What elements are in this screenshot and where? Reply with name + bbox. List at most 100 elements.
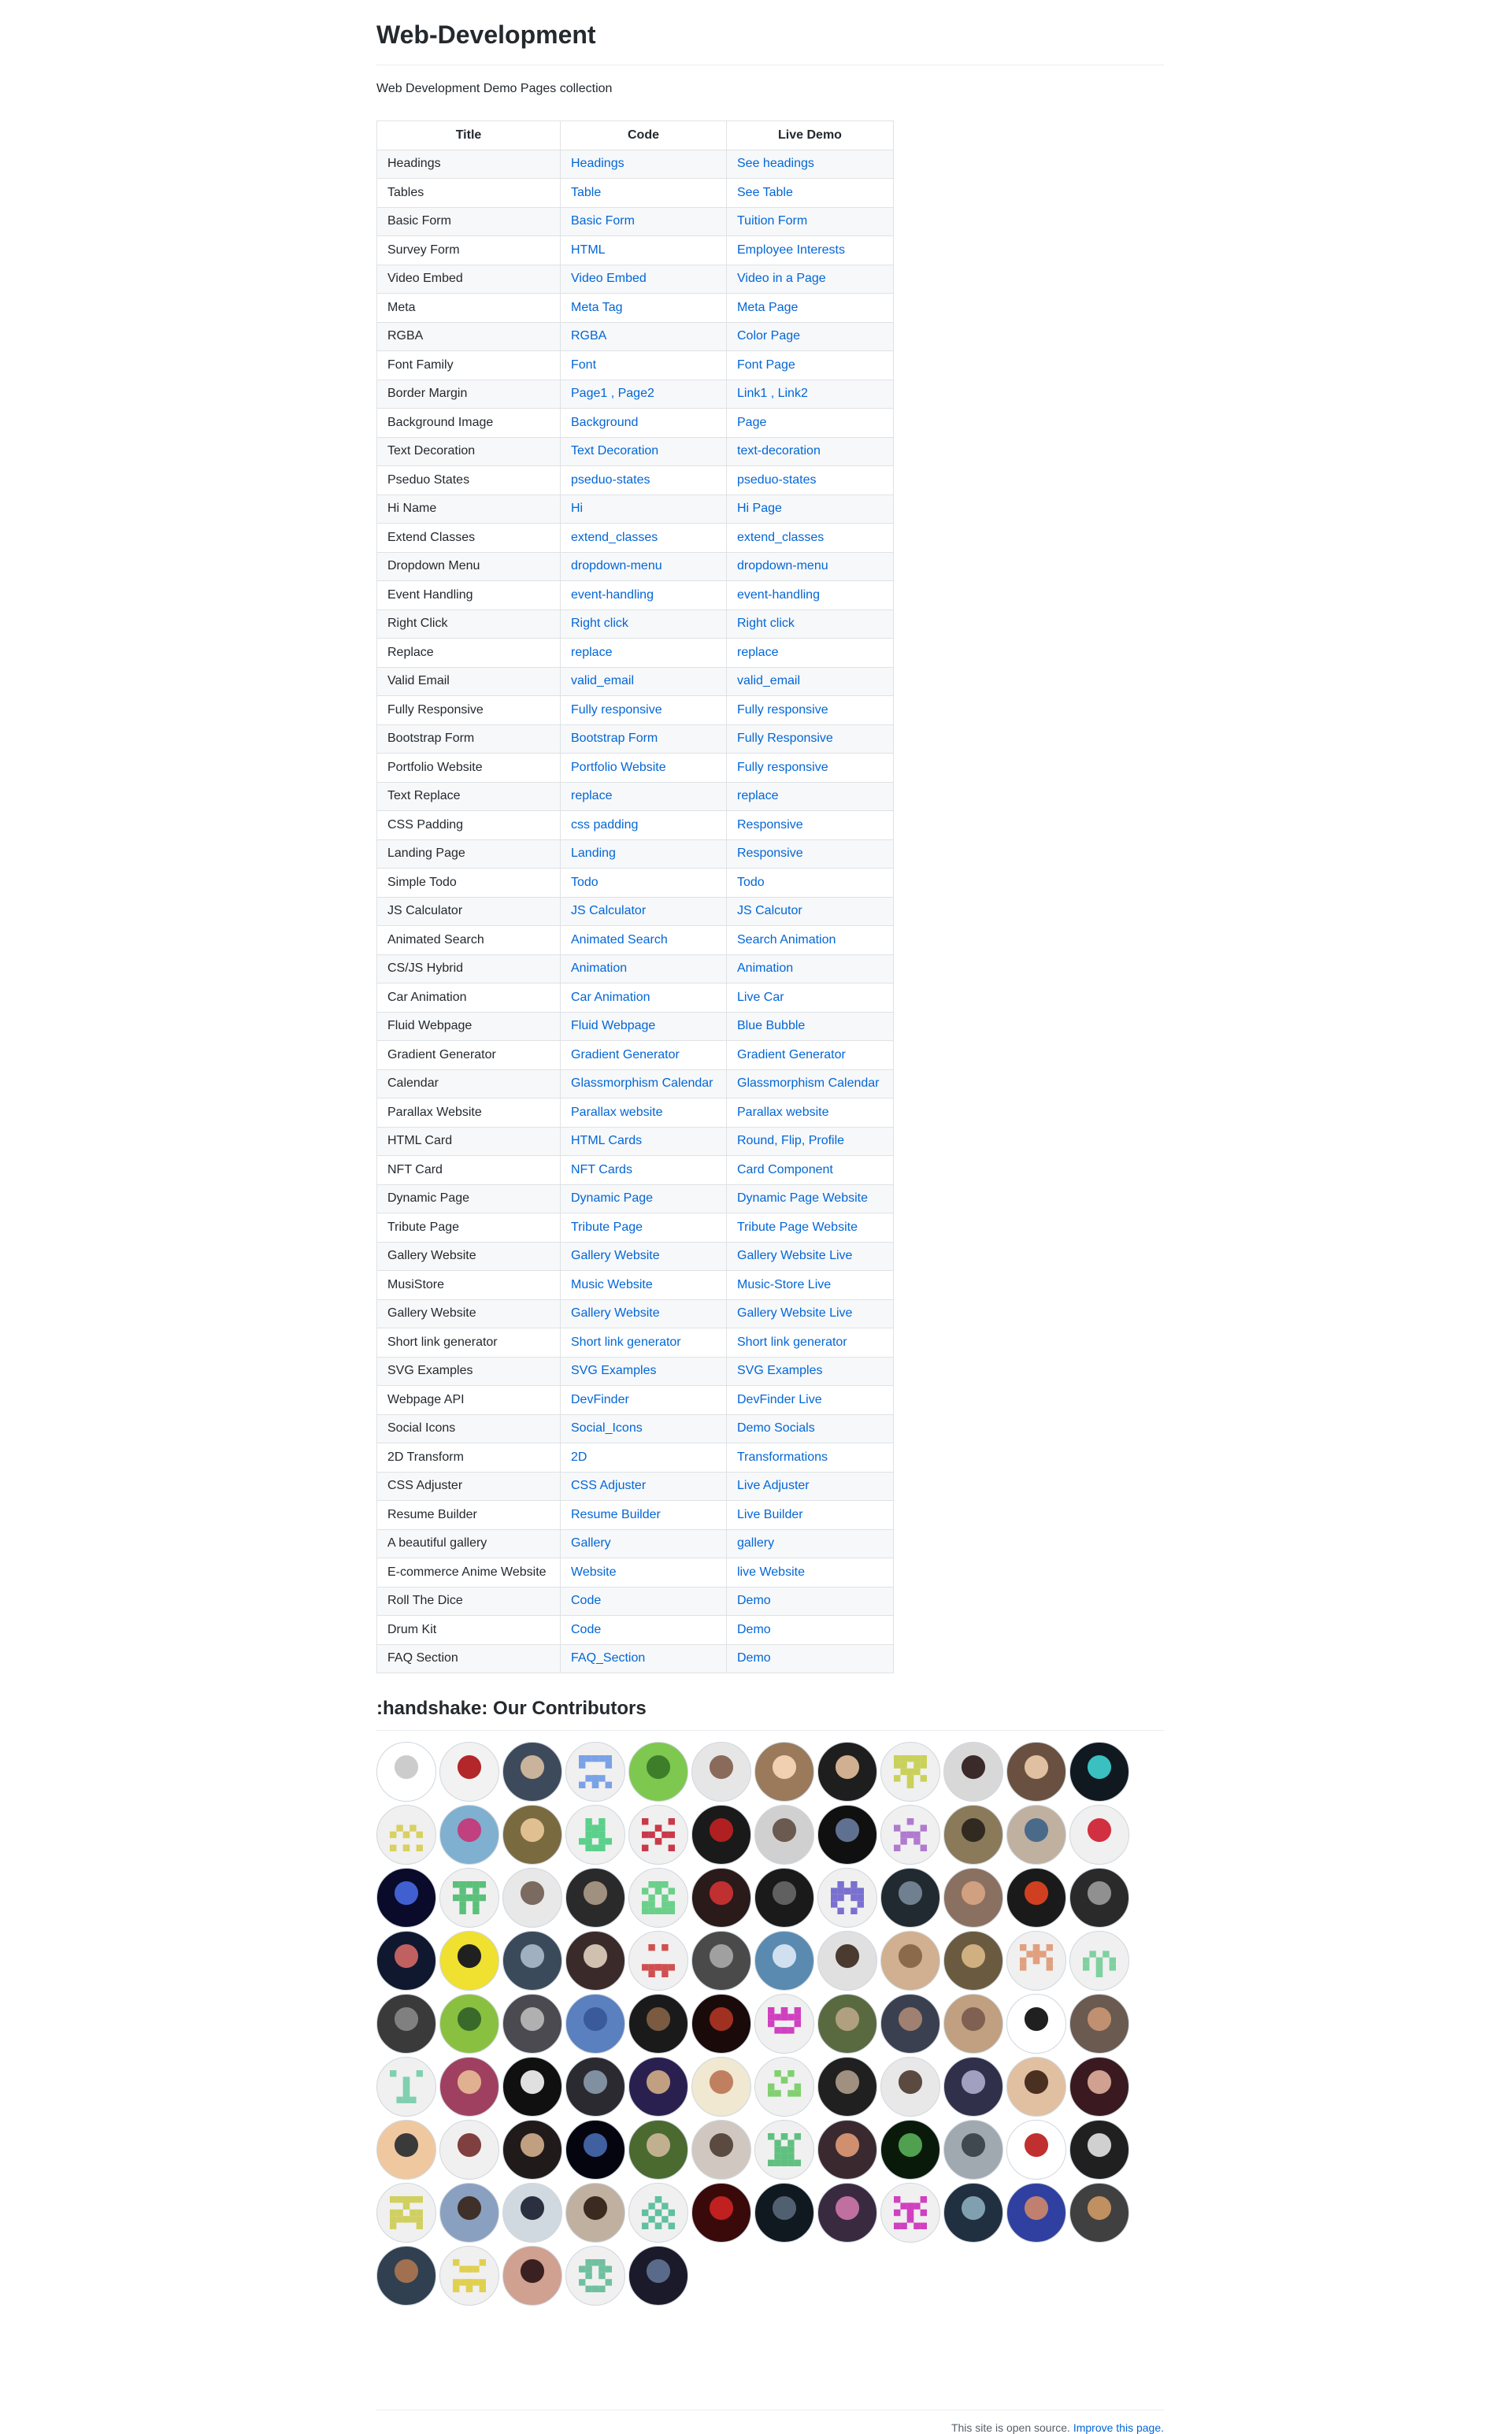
improve-page-link[interactable]: Improve this page. xyxy=(1073,2421,1164,2434)
code-link[interactable]: Code xyxy=(571,1594,601,1607)
contributor-avatar[interactable] xyxy=(565,2183,625,2243)
live-demo-link[interactable]: See headings xyxy=(737,157,814,170)
contributor-avatar[interactable] xyxy=(817,1805,877,1865)
contributor-avatar[interactable] xyxy=(565,2120,625,2180)
code-link[interactable]: css padding xyxy=(571,818,638,832)
live-demo-link[interactable]: valid_email xyxy=(737,674,800,687)
live-demo-link[interactable]: Video in a Page xyxy=(737,272,826,285)
contributor-avatar[interactable] xyxy=(628,1994,688,2054)
contributor-avatar[interactable] xyxy=(565,1994,625,2054)
live-demo-link[interactable]: Demo xyxy=(737,1651,771,1665)
code-link[interactable]: extend_classes xyxy=(571,531,658,544)
code-link[interactable]: 2D xyxy=(571,1450,587,1464)
contributor-avatar[interactable] xyxy=(691,2057,751,2117)
code-link[interactable]: Fully responsive xyxy=(571,703,662,717)
contributor-avatar[interactable] xyxy=(439,1805,499,1865)
contributor-avatar[interactable] xyxy=(880,1868,940,1928)
code-link[interactable]: FAQ_Section xyxy=(571,1651,645,1665)
contributor-avatar[interactable] xyxy=(439,2057,499,2117)
code-link[interactable]: valid_email xyxy=(571,674,634,687)
live-demo-link[interactable]: pseduo-states xyxy=(737,473,817,487)
live-demo-link[interactable]: Employee Interests xyxy=(737,243,845,257)
contributor-avatar[interactable] xyxy=(376,1994,436,2054)
code-link[interactable]: CSS Adjuster xyxy=(571,1479,646,1492)
contributor-avatar[interactable] xyxy=(691,1805,751,1865)
contributor-avatar[interactable] xyxy=(817,2057,877,2117)
code-link[interactable]: Landing xyxy=(571,847,616,860)
contributor-avatar[interactable] xyxy=(628,2246,688,2306)
code-link[interactable]: replace xyxy=(571,789,612,802)
contributor-avatar[interactable] xyxy=(1069,1868,1129,1928)
contributor-avatar[interactable] xyxy=(439,1868,499,1928)
contributor-avatar[interactable] xyxy=(754,1868,814,1928)
code-link[interactable]: Font xyxy=(571,358,596,372)
code-link[interactable]: Gradient Generator xyxy=(571,1048,680,1061)
code-link[interactable]: dropdown-menu xyxy=(571,559,662,572)
contributor-avatar[interactable] xyxy=(1069,2120,1129,2180)
code-link[interactable]: NFT Cards xyxy=(571,1163,632,1176)
live-demo-link[interactable]: Demo Socials xyxy=(737,1421,815,1435)
contributor-avatar[interactable] xyxy=(439,1931,499,1991)
contributor-avatar[interactable] xyxy=(439,2120,499,2180)
live-demo-link[interactable]: Live Adjuster xyxy=(737,1479,810,1492)
contributor-avatar[interactable] xyxy=(943,2183,1003,2243)
live-demo-link[interactable]: extend_classes xyxy=(737,531,824,544)
code-link[interactable]: Page1 , Page2 xyxy=(571,387,654,400)
code-link[interactable]: Basic Form xyxy=(571,214,635,228)
contributor-avatar[interactable] xyxy=(1006,1931,1066,1991)
code-link[interactable]: Code xyxy=(571,1623,601,1636)
live-demo-link[interactable]: Live Car xyxy=(737,991,784,1004)
code-link[interactable]: Meta Tag xyxy=(571,301,623,314)
contributor-avatar[interactable] xyxy=(1069,2183,1129,2243)
code-link[interactable]: Table xyxy=(571,186,601,199)
code-link[interactable]: Glassmorphism Calendar xyxy=(571,1076,713,1090)
live-demo-link[interactable]: Demo xyxy=(737,1594,771,1607)
code-link[interactable]: SVG Examples xyxy=(571,1364,656,1377)
code-link[interactable]: Fluid Webpage xyxy=(571,1019,655,1032)
live-demo-link[interactable]: Page xyxy=(737,416,766,429)
live-demo-link[interactable]: Music-Store Live xyxy=(737,1278,831,1291)
contributor-avatar[interactable] xyxy=(754,1994,814,2054)
contributor-avatar[interactable] xyxy=(817,1931,877,1991)
contributor-avatar[interactable] xyxy=(943,2057,1003,2117)
contributor-avatar[interactable] xyxy=(943,1994,1003,2054)
contributor-avatar[interactable] xyxy=(1006,1868,1066,1928)
live-demo-link[interactable]: Round, Flip, Profile xyxy=(737,1134,844,1147)
contributor-avatar[interactable] xyxy=(754,1742,814,1802)
code-link[interactable]: DevFinder xyxy=(571,1393,629,1406)
contributor-avatar[interactable] xyxy=(1006,1994,1066,2054)
contributor-avatar[interactable] xyxy=(880,2120,940,2180)
contributor-avatar[interactable] xyxy=(502,2183,562,2243)
code-link[interactable]: Animated Search xyxy=(571,933,668,947)
code-link[interactable]: Animation xyxy=(571,961,627,975)
contributor-avatar[interactable] xyxy=(565,1805,625,1865)
code-link[interactable]: Gallery Website xyxy=(571,1306,660,1320)
live-demo-link[interactable]: Fully responsive xyxy=(737,761,828,774)
live-demo-link[interactable]: Hi Page xyxy=(737,502,782,515)
contributor-avatar[interactable] xyxy=(439,2246,499,2306)
contributor-avatar[interactable] xyxy=(943,1742,1003,1802)
live-demo-link[interactable]: dropdown-menu xyxy=(737,559,828,572)
live-demo-link[interactable]: Dynamic Page Website xyxy=(737,1191,868,1205)
live-demo-link[interactable]: Transformations xyxy=(737,1450,828,1464)
code-link[interactable]: Parallax website xyxy=(571,1106,663,1119)
contributor-avatar[interactable] xyxy=(754,1805,814,1865)
live-demo-link[interactable]: replace xyxy=(737,646,778,659)
contributor-avatar[interactable] xyxy=(754,2183,814,2243)
contributor-avatar[interactable] xyxy=(376,2183,436,2243)
contributor-avatar[interactable] xyxy=(628,2120,688,2180)
contributor-avatar[interactable] xyxy=(565,1868,625,1928)
live-demo-link[interactable]: replace xyxy=(737,789,778,802)
code-link[interactable]: Social_Icons xyxy=(571,1421,643,1435)
contributor-avatar[interactable] xyxy=(376,1931,436,1991)
contributor-avatar[interactable] xyxy=(1006,1805,1066,1865)
live-demo-link[interactable]: Color Page xyxy=(737,329,800,343)
code-link[interactable]: JS Calculator xyxy=(571,904,646,917)
contributor-avatar[interactable] xyxy=(439,1742,499,1802)
contributor-avatar[interactable] xyxy=(943,2120,1003,2180)
contributor-avatar[interactable] xyxy=(376,1868,436,1928)
contributor-avatar[interactable] xyxy=(502,1931,562,1991)
contributor-avatar[interactable] xyxy=(691,1994,751,2054)
live-demo-link[interactable]: gallery xyxy=(737,1536,774,1550)
contributor-avatar[interactable] xyxy=(502,2057,562,2117)
